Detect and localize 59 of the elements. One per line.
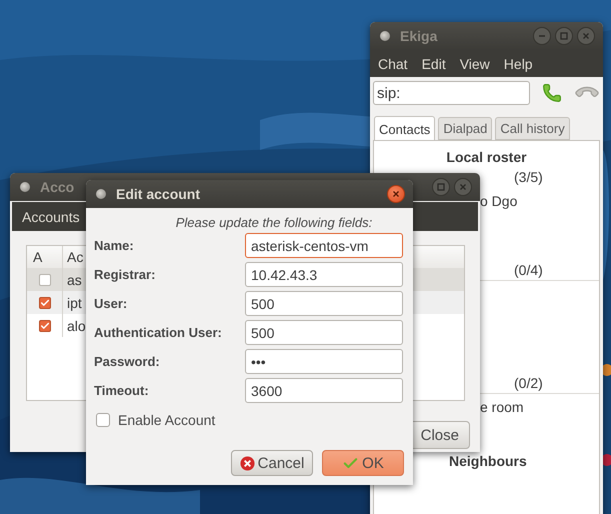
checkbox[interactable]	[38, 296, 50, 308]
close-button[interactable]	[454, 178, 472, 196]
menu-item[interactable]: Accounts	[22, 208, 80, 224]
input-field[interactable]: 3600	[245, 378, 403, 403]
field-label: Password:	[94, 354, 161, 369]
instructions: Please update the following fields:	[176, 215, 372, 230]
window-menu-icon[interactable]	[380, 31, 390, 41]
field-label: Authentication User:	[94, 325, 223, 340]
account-name: alo	[67, 318, 86, 334]
dialog-title: Edit account	[116, 186, 200, 202]
roster-heading: Local roster	[446, 148, 527, 167]
menu-item[interactable]: Edit	[422, 56, 446, 72]
close-button[interactable]	[387, 185, 405, 203]
window-menu-icon[interactable]	[20, 182, 30, 192]
roster-entry[interactable]: o Dgo	[480, 191, 518, 211]
window-title: Ekiga	[400, 28, 438, 44]
tab[interactable]: Dialpad	[438, 117, 492, 140]
checkbox[interactable]	[38, 274, 50, 286]
input-field[interactable]: 500	[245, 320, 403, 345]
close-button[interactable]	[577, 27, 595, 45]
menu-item[interactable]: Chat	[378, 56, 408, 72]
maximize-icon	[560, 32, 568, 40]
close-icon	[459, 183, 467, 191]
input-field[interactable]: •••	[245, 349, 403, 374]
field-label: Name:	[94, 238, 135, 253]
field-label: Registrar:	[94, 267, 156, 282]
tab[interactable]: Contacts	[374, 116, 436, 141]
cancel-icon	[240, 456, 255, 470]
field-label: Timeout:	[94, 383, 150, 398]
column-header[interactable]: Ac	[67, 249, 84, 265]
roster-entry[interactable]: e room	[480, 397, 524, 417]
minimize-button[interactable]	[533, 27, 551, 45]
field-label: User:	[94, 296, 128, 311]
close-icon	[392, 190, 400, 198]
menu-item[interactable]: Help	[504, 56, 533, 72]
roster-group[interactable]: Neighbours	[449, 451, 527, 471]
checkbox[interactable]	[96, 413, 110, 427]
account-name: ipt	[67, 294, 82, 310]
column-header[interactable]: A	[33, 249, 42, 265]
input-field[interactable]: 500	[245, 291, 403, 316]
ok-button[interactable]: OK	[322, 450, 404, 476]
tab[interactable]: Call history	[495, 117, 570, 140]
menu-item[interactable]: View	[460, 56, 490, 72]
account-name: as	[67, 272, 82, 288]
maximize-button[interactable]	[555, 27, 573, 45]
checkbox[interactable]	[38, 320, 50, 332]
checkbox-label[interactable]: Enable Account	[118, 412, 216, 428]
address-field[interactable]: sip:	[373, 81, 530, 105]
group-count: (3/5)	[514, 168, 543, 187]
input-field[interactable]: 10.42.43.3	[245, 262, 403, 287]
cancel-button[interactable]: Cancel	[231, 450, 313, 476]
maximize-icon	[437, 183, 445, 191]
group-count: (0/2)	[514, 374, 543, 393]
group-count: (0/4)	[514, 261, 543, 280]
input-field[interactable]: asterisk-centos-vm	[245, 233, 403, 258]
maximize-button[interactable]	[432, 178, 450, 196]
close-icon	[582, 32, 590, 40]
window-title: Acco	[40, 179, 74, 195]
window-menu-icon[interactable]	[96, 189, 106, 199]
